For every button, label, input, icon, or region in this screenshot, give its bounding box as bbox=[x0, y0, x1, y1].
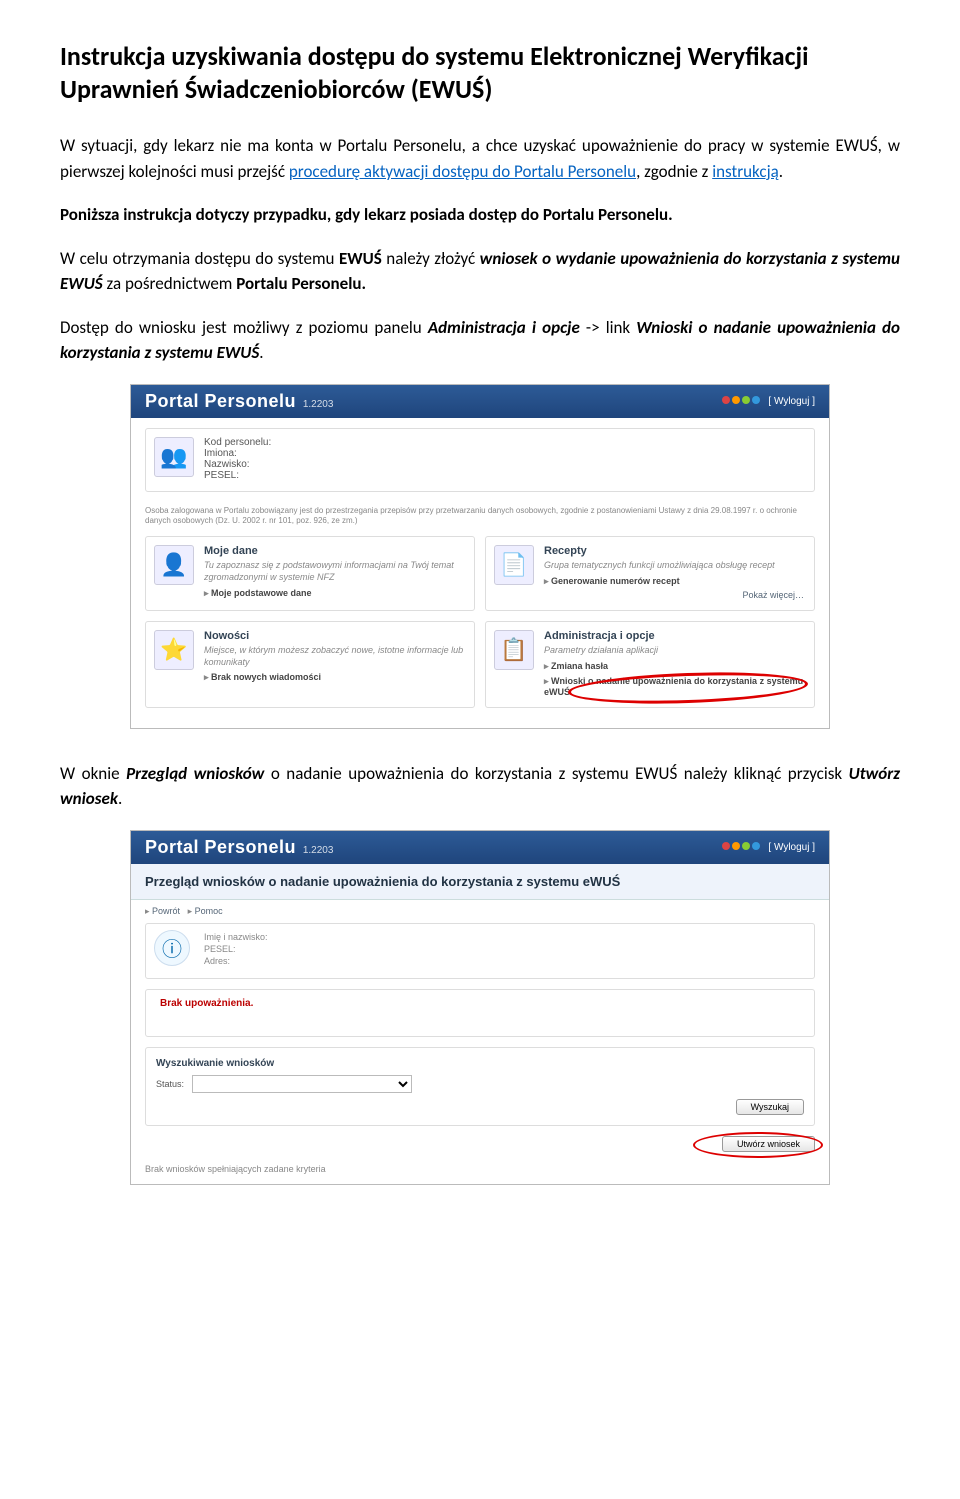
logout-link[interactable]: [ Wyloguj ] bbox=[768, 842, 815, 853]
card-title: Moje dane bbox=[204, 545, 464, 557]
label-name: Imię i nazwisko: bbox=[204, 932, 284, 942]
text-bold: Portalu Personelu. bbox=[236, 273, 366, 294]
link-nowosci[interactable]: Brak nowych wiadomości bbox=[204, 672, 464, 683]
paragraph-intro: W sytuacji, gdy lekarz nie ma konta w Po… bbox=[60, 133, 900, 184]
admin-icon: 📋 bbox=[494, 630, 534, 670]
create-request-button[interactable]: Utwórz wniosek bbox=[722, 1136, 815, 1152]
portal-status-dots bbox=[720, 396, 760, 407]
card-title: Recepty bbox=[544, 545, 804, 557]
page-title: Instrukcja uzyskiwania dostępu do system… bbox=[60, 40, 900, 105]
card-title: Administracja i opcje bbox=[544, 630, 804, 642]
privacy-note: Osoba zalogowana w Portalu zobowiązany j… bbox=[145, 502, 815, 537]
alert-no-auth: Brak upoważnienia. bbox=[160, 998, 253, 1009]
card-user-info: 👥 Kod personelu: Imiona: Nazwisko: PESEL… bbox=[145, 428, 815, 492]
screenshot-portal-wnioski: Portal Personelu 1.2203 [ Wyloguj ] Prze… bbox=[130, 830, 830, 1185]
prescription-icon: 📄 bbox=[494, 545, 534, 585]
link-wnioski-ewus[interactable]: Wnioski o nadanie upoważnienia do korzys… bbox=[544, 676, 804, 697]
portal-header: Portal Personelu 1.2203 [ Wyloguj ] bbox=[131, 385, 829, 418]
label-status: Status: bbox=[156, 1079, 184, 1089]
page-heading: Przegląd wniosków o nadanie upoważnienia… bbox=[131, 864, 829, 900]
label-nazwisko: Nazwisko: bbox=[204, 459, 804, 470]
text: . bbox=[259, 342, 263, 363]
text: W celu otrzymania dostępu do systemu bbox=[60, 248, 339, 269]
text: , zgodnie z bbox=[636, 161, 712, 182]
portal-logo: Portal Personelu bbox=[145, 837, 296, 857]
label-pesel: PESEL: bbox=[204, 944, 284, 954]
card-moje-dane[interactable]: 👤 Moje dane Tu zapoznasz się z podstawow… bbox=[145, 536, 475, 611]
breadcrumb: Powrót Pomoc bbox=[131, 900, 829, 923]
status-select[interactable] bbox=[192, 1075, 412, 1093]
card-title: Nowości bbox=[204, 630, 464, 642]
portal-version: 1.2203 bbox=[303, 845, 334, 856]
search-title: Wyszukiwanie wniosków bbox=[156, 1058, 804, 1069]
text: . bbox=[779, 161, 783, 182]
portal-status-dots bbox=[720, 842, 760, 853]
paragraph-path: Dostęp do wniosku jest możliwy z poziomu… bbox=[60, 315, 900, 366]
card-description: Miejsce, w którym możesz zobaczyć nowe, … bbox=[204, 645, 464, 668]
panel-alert: Brak upoważnienia. bbox=[145, 989, 815, 1037]
text: W oknie bbox=[60, 763, 126, 784]
card-description: Parametry działania aplikacji bbox=[544, 645, 804, 657]
portal-logo: Portal Personelu bbox=[145, 391, 296, 411]
panel-search: Wyszukiwanie wniosków Status: Wyszukaj bbox=[145, 1047, 815, 1126]
paragraph-access: W celu otrzymania dostępu do systemu EWU… bbox=[60, 246, 900, 297]
label-pesel: PESEL: bbox=[204, 470, 804, 481]
text: należy złożyć bbox=[382, 248, 480, 269]
link-zmiana-hasla[interactable]: Zmiana hasła bbox=[544, 661, 804, 672]
paragraph-scope: Poniższa instrukcja dotyczy przypadku, g… bbox=[60, 202, 900, 228]
paragraph-window: W oknie Przegląd wniosków o nadanie upow… bbox=[60, 761, 900, 812]
label-imiona: Imiona: bbox=[204, 448, 804, 459]
user-icon: 👤 bbox=[154, 545, 194, 585]
info-icon: ⓘ bbox=[154, 930, 190, 966]
no-results-note: Brak wniosków spełniających zadane kryte… bbox=[131, 1160, 829, 1184]
text-bold: EWUŚ bbox=[339, 248, 382, 269]
text-bold-italic: Administracja i opcje bbox=[428, 317, 580, 338]
card-description: Tu zapoznasz się z podstawowymi informac… bbox=[204, 560, 464, 583]
text-bold: Poniższa instrukcja dotyczy przypadku, g… bbox=[60, 204, 673, 225]
portal-version: 1.2203 bbox=[303, 399, 334, 410]
star-icon: ⭐ bbox=[154, 630, 194, 670]
logout-link[interactable]: [ Wyloguj ] bbox=[768, 396, 815, 407]
users-icon: 👥 bbox=[154, 437, 194, 477]
text: o nadanie upoważnienia do korzystania z … bbox=[264, 763, 848, 784]
text: Dostęp do wniosku jest możliwy z poziomu… bbox=[60, 317, 428, 338]
link-procedure[interactable]: procedurę aktywacji dostępu do Portalu P… bbox=[289, 161, 636, 182]
link-instruction[interactable]: instrukcją bbox=[712, 161, 779, 182]
card-description: Grupa tematycznych funkcji umożliwiająca… bbox=[544, 560, 804, 572]
card-recepty[interactable]: 📄 Recepty Grupa tematycznych funkcji umo… bbox=[485, 536, 815, 611]
text-bold-italic: Przegląd wniosków bbox=[126, 763, 264, 784]
portal-header: Portal Personelu 1.2203 [ Wyloguj ] bbox=[131, 831, 829, 864]
link-recepty[interactable]: Generowanie numerów recept bbox=[544, 576, 804, 587]
label-address: Adres: bbox=[204, 956, 284, 966]
panel-user: ⓘ Imię i nazwisko: PESEL: Adres: bbox=[145, 923, 815, 979]
card-nowosci[interactable]: ⭐ Nowości Miejsce, w którym możesz zobac… bbox=[145, 621, 475, 708]
card-administracja[interactable]: 📋 Administracja i opcje Parametry działa… bbox=[485, 621, 815, 708]
label-kod: Kod personelu: bbox=[204, 437, 804, 448]
link-show-more[interactable]: Pokaż więcej… bbox=[544, 590, 804, 600]
crumb-back[interactable]: Powrót bbox=[145, 906, 180, 916]
crumb-help[interactable]: Pomoc bbox=[188, 906, 223, 916]
text: . bbox=[118, 788, 122, 809]
screenshot-portal-home: Portal Personelu 1.2203 [ Wyloguj ] 👥 Ko… bbox=[130, 384, 830, 729]
link-moje-dane[interactable]: Moje podstawowe dane bbox=[204, 588, 464, 599]
search-button[interactable]: Wyszukaj bbox=[736, 1099, 804, 1115]
text: -> link bbox=[580, 317, 636, 338]
text: za pośrednictwem bbox=[103, 273, 237, 294]
